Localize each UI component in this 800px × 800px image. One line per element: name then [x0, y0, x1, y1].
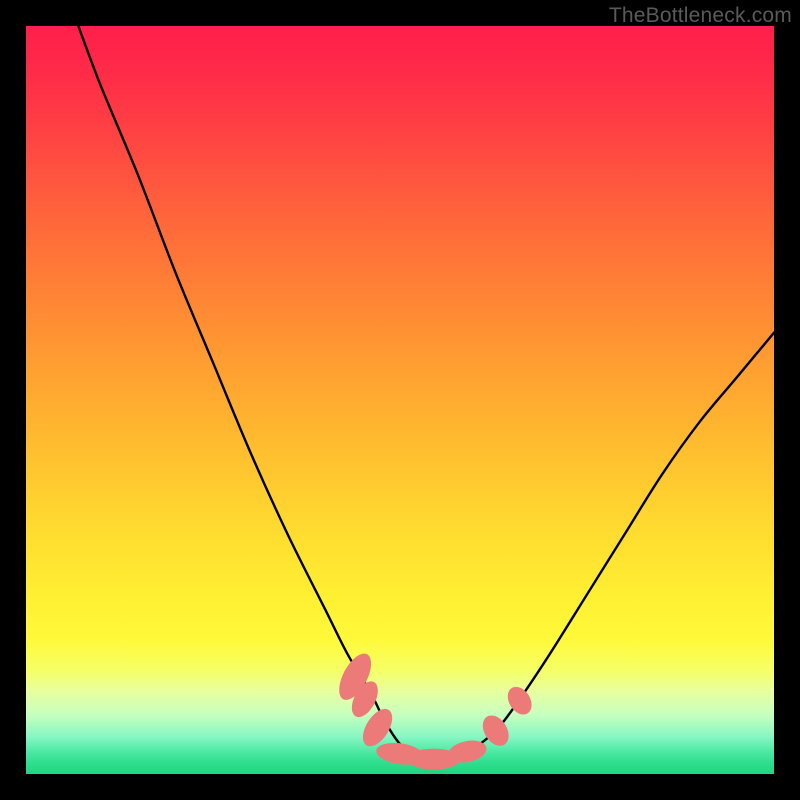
curve-marker: [503, 682, 537, 718]
bottleneck-curve: [78, 26, 774, 760]
curve-markers-group: [333, 649, 537, 770]
chart-svg-layer: [26, 26, 774, 774]
chart-frame: [26, 26, 774, 774]
watermark-text: TheBottleneck.com: [609, 4, 792, 28]
